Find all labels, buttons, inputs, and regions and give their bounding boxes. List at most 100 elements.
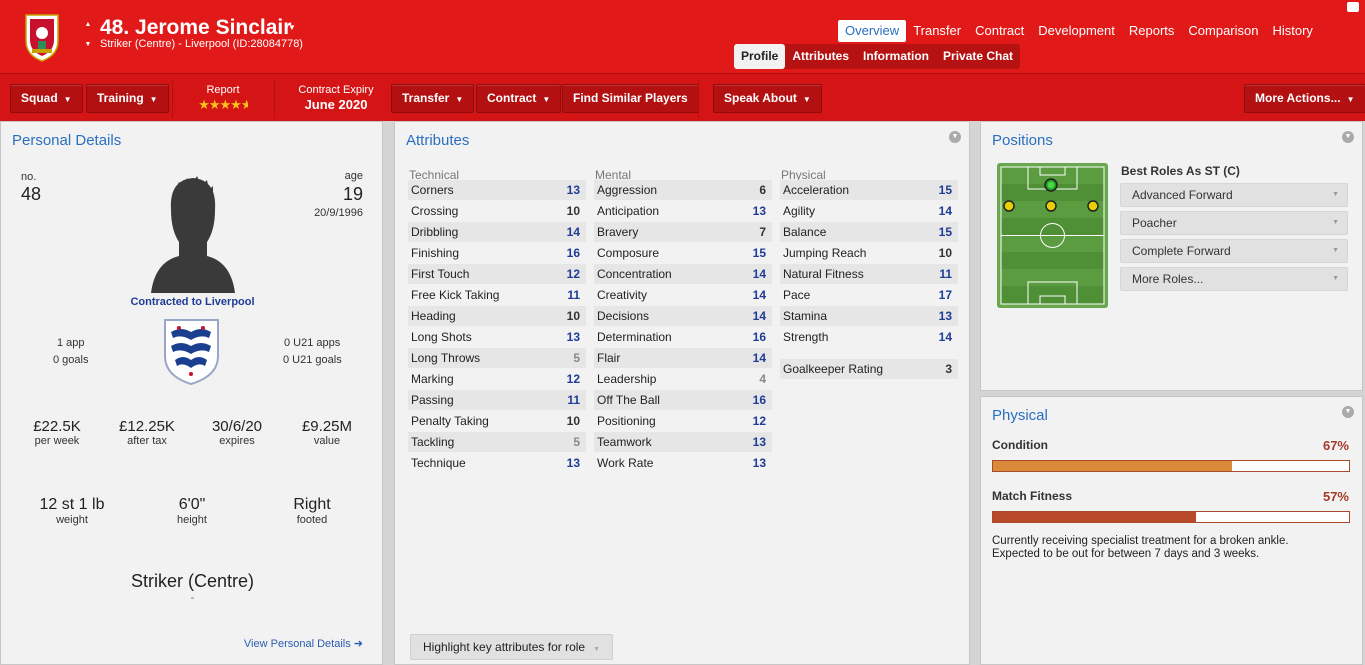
attribute-row[interactable]: Decisions 14 [594, 306, 772, 327]
role-advanced-forward-button[interactable]: Advanced Forward ▼ [1120, 183, 1348, 207]
attribute-row[interactable]: Work Rate 13 [594, 453, 772, 474]
view-personal-details-link[interactable]: View Personal Details ➜ [244, 637, 363, 650]
positions-title: Positions [992, 132, 1053, 149]
sub-tabs: Profile Attributes Information Private C… [734, 44, 1021, 69]
attribute-name: Strength [783, 330, 829, 344]
chevron-down-icon: ▼ [63, 95, 72, 104]
panel-collapse-icon[interactable]: ▼ [1342, 131, 1354, 143]
attribute-row[interactable]: Free Kick Taking 11 [408, 285, 586, 306]
tab-development[interactable]: Development [1031, 20, 1122, 42]
club-badge-icon[interactable] [22, 11, 62, 63]
attribute-row[interactable]: Pace 17 [780, 285, 958, 306]
attribute-row[interactable]: Determination 16 [594, 327, 772, 348]
role-poacher-button[interactable]: Poacher ▼ [1120, 211, 1348, 235]
wage-label: per week [34, 435, 80, 447]
tab-overview[interactable]: Overview [838, 20, 907, 42]
attribute-row[interactable]: Jumping Reach 10 [780, 243, 958, 264]
training-button[interactable]: Training ▼ [86, 84, 169, 113]
attribute-row[interactable]: First Touch 12 [408, 264, 586, 285]
attribute-name: Leadership [597, 372, 657, 386]
attribute-row[interactable]: Marking 12 [408, 369, 586, 390]
attribute-row[interactable]: Long Shots 13 [408, 327, 586, 348]
attribute-row[interactable]: Concentration 14 [594, 264, 772, 285]
contract-button[interactable]: Contract ▼ [476, 84, 562, 113]
attribute-row[interactable]: Long Throws 5 [408, 348, 586, 369]
attribute-row[interactable]: Strength 14 [780, 327, 958, 348]
attribute-name: Marking [411, 372, 454, 386]
match-fitness-label: Match Fitness [992, 489, 1073, 503]
attribute-row[interactable]: Balance 15 [780, 222, 958, 243]
role-complete-forward-button[interactable]: Complete Forward ▼ [1120, 239, 1348, 263]
attribute-row[interactable]: Stamina 13 [780, 306, 958, 327]
age-value: 19 [342, 184, 363, 204]
attribute-name: Off The Ball [597, 393, 660, 407]
foot-label: footed [296, 514, 328, 526]
match-fitness-bar-fill [993, 512, 1196, 522]
attribute-row[interactable]: Crossing 10 [408, 201, 586, 222]
chevron-down-icon: ▼ [1332, 219, 1339, 226]
squad-button[interactable]: Squad ▼ [10, 84, 83, 113]
subtab-private-chat[interactable]: Private Chat [936, 44, 1020, 69]
subtab-profile[interactable]: Profile [734, 44, 786, 69]
attribute-row[interactable]: Penalty Taking 10 [408, 411, 586, 432]
attribute-name: Finishing [411, 246, 460, 260]
contract-button-label: Contract [487, 91, 537, 105]
nation-badge-icon[interactable] [163, 318, 220, 386]
highlight-key-attributes-button[interactable]: Highlight key attributes for role ▼ [410, 634, 614, 660]
more-roles-button[interactable]: More Roles... ▼ [1120, 267, 1348, 291]
attribute-row[interactable]: Agility 14 [780, 201, 958, 222]
window-toggle-icon[interactable] [1347, 2, 1359, 12]
more-actions-button[interactable]: More Actions... ▼ [1244, 84, 1365, 113]
attribute-row[interactable]: Natural Fitness 11 [780, 264, 958, 285]
goalkeeper-rating-label: Goalkeeper Rating [783, 362, 884, 376]
contracted-to-link[interactable]: Contracted to Liverpool [1, 296, 384, 308]
attribute-row[interactable]: Dribbling 14 [408, 222, 586, 243]
report-info[interactable]: Report ★★★★★ [183, 84, 263, 113]
pitch-position-map[interactable] [997, 163, 1108, 308]
transfer-button[interactable]: Transfer ▼ [391, 84, 475, 113]
attribute-row[interactable]: Acceleration 15 [780, 180, 958, 201]
attribute-row[interactable]: Composure 15 [594, 243, 772, 264]
player-name: 48. Jerome Sinclair [100, 16, 292, 39]
next-player-arrow-icon[interactable]: ▼ [83, 40, 93, 50]
attribute-row[interactable]: Aggression 6 [594, 180, 772, 201]
tab-contract[interactable]: Contract [968, 20, 1031, 42]
chevron-down-icon: ▼ [455, 95, 464, 104]
attribute-row[interactable]: Heading 10 [408, 306, 586, 327]
attribute-row[interactable]: Passing 11 [408, 390, 586, 411]
attribute-row[interactable]: Bravery 7 [594, 222, 772, 243]
attribute-row[interactable]: Anticipation 13 [594, 201, 772, 222]
market-value: £9.25M [301, 418, 353, 435]
attribute-name: Stamina [783, 309, 828, 323]
attribute-row[interactable]: Corners 13 [408, 180, 586, 201]
goalkeeper-rating-row[interactable]: Goalkeeper Rating 3 [780, 359, 958, 380]
find-similar-players-button[interactable]: Find Similar Players [562, 84, 699, 113]
match-fitness-value: 57% [1322, 489, 1349, 504]
chevron-down-icon: ▼ [1332, 191, 1339, 198]
attribute-row[interactable]: Technique 13 [408, 453, 586, 474]
attribute-row[interactable]: Finishing 16 [408, 243, 586, 264]
previous-player-arrow-icon[interactable]: ▲ [83, 20, 93, 30]
subtab-attributes[interactable]: Attributes [785, 44, 856, 69]
foot-stat: Right footed [267, 496, 357, 526]
attribute-row[interactable]: Leadership 4 [594, 369, 772, 390]
panel-collapse-icon[interactable]: ▼ [949, 131, 961, 143]
tab-history[interactable]: History [1265, 20, 1319, 42]
panel-collapse-icon[interactable]: ▼ [1342, 406, 1354, 418]
attribute-row[interactable]: Positioning 12 [594, 411, 772, 432]
attribute-value: 13 [752, 204, 766, 218]
attribute-row[interactable]: Creativity 14 [594, 285, 772, 306]
attribute-name: Determination [597, 330, 672, 344]
attribute-row[interactable]: Tackling 5 [408, 432, 586, 453]
tab-comparison[interactable]: Comparison [1181, 20, 1265, 42]
attribute-name: Long Shots [411, 330, 472, 344]
tab-transfer[interactable]: Transfer [906, 20, 968, 42]
attribute-row[interactable]: Teamwork 13 [594, 432, 772, 453]
subtab-information[interactable]: Information [856, 44, 936, 69]
attribute-row[interactable]: Flair 14 [594, 348, 772, 369]
speak-about-button[interactable]: Speak About ▼ [713, 84, 822, 113]
attribute-row[interactable]: Off The Ball 16 [594, 390, 772, 411]
attribute-value: 14 [752, 288, 766, 302]
player-menu-chevron-icon[interactable]: ▼ [286, 22, 298, 34]
tab-reports[interactable]: Reports [1122, 20, 1182, 42]
